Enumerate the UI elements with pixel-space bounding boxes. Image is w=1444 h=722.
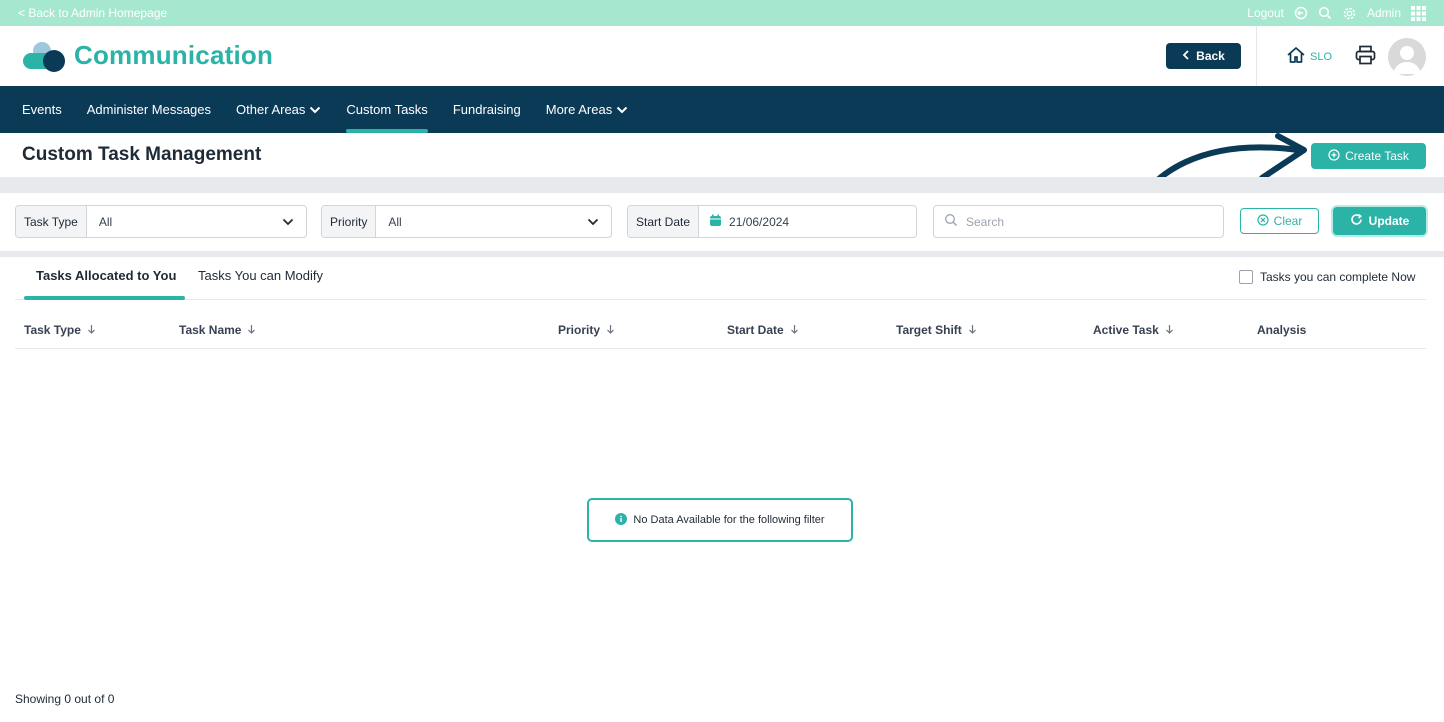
apps-grid-icon[interactable] — [1411, 5, 1426, 21]
back-button-label: Back — [1196, 49, 1225, 63]
update-button[interactable]: Update — [1333, 207, 1426, 235]
chevron-down-icon — [616, 102, 628, 117]
nav-item-label: Other Areas — [236, 102, 306, 117]
home-label: SLO — [1310, 50, 1333, 63]
search-placeholder: Search — [966, 214, 1005, 229]
refresh-icon — [1350, 213, 1363, 229]
create-task-button[interactable]: Create Task — [1311, 143, 1426, 169]
column-header-priority[interactable]: Priority — [558, 323, 615, 337]
sort-arrow-icon — [968, 323, 977, 337]
column-header-task-type[interactable]: Task Type — [24, 323, 96, 337]
task-type-value: All — [98, 214, 113, 229]
task-type-filter[interactable]: Task Type All — [15, 205, 307, 238]
sort-arrow-icon — [790, 323, 799, 337]
priority-select[interactable]: All — [376, 206, 611, 237]
priority-filter[interactable]: Priority All — [321, 205, 612, 238]
column-header-label: Start Date — [727, 323, 784, 337]
column-header-analysis: Analysis — [1257, 323, 1306, 337]
complete-now-checkbox[interactable] — [1239, 270, 1253, 284]
printer-icon[interactable] — [1355, 45, 1376, 70]
home-icon — [1286, 46, 1306, 67]
logout-icon[interactable] — [1294, 6, 1308, 20]
sort-arrow-icon — [1165, 323, 1174, 337]
admin-user-label[interactable]: Admin — [1367, 6, 1401, 20]
active-tab-indicator — [24, 296, 185, 300]
start-date-value: 21/06/2024 — [729, 214, 790, 229]
search-input[interactable]: Search — [933, 205, 1224, 238]
user-avatar[interactable] — [1388, 38, 1426, 76]
column-header-label: Priority — [558, 323, 601, 337]
column-header-active-task[interactable]: Active Task — [1093, 323, 1174, 337]
empty-state-message: No Data Available for the following filt… — [587, 498, 853, 542]
main-nav: Events Administer Messages Other Areas C… — [0, 86, 1444, 133]
page-title: Custom Task Management — [22, 144, 262, 165]
tab-tasks-allocated[interactable]: Tasks Allocated to You — [36, 268, 176, 283]
nav-item-fundraising[interactable]: Fundraising — [453, 86, 521, 133]
nav-item-label: Custom Tasks — [346, 102, 428, 117]
top-strip: < Back to Admin Homepage Logout Admin — [0, 0, 1444, 26]
column-header-label: Task Type — [24, 323, 81, 337]
column-header-task-name[interactable]: Task Name — [179, 323, 256, 337]
app-header: Communication Back SLO — [0, 26, 1444, 86]
priority-filter-label: Priority — [322, 206, 377, 237]
nav-item-administer-messages[interactable]: Administer Messages — [87, 86, 211, 133]
info-icon — [615, 512, 628, 528]
communication-logo-icon — [22, 40, 68, 74]
column-header-start-date[interactable]: Start Date — [727, 323, 799, 337]
sort-arrow-icon — [606, 323, 615, 337]
clear-x-circle-icon — [1257, 213, 1269, 229]
sort-arrow-icon — [87, 323, 96, 337]
nav-item-label: More Areas — [545, 102, 613, 117]
task-type-select[interactable]: All — [87, 206, 306, 237]
column-header-label: Target Shift — [896, 323, 962, 337]
nav-item-events[interactable]: Events — [22, 86, 62, 133]
nav-item-label: Administer Messages — [86, 102, 212, 117]
calendar-icon — [709, 214, 722, 230]
column-header-label: Analysis — [1257, 323, 1307, 337]
column-header-label: Task Name — [179, 323, 242, 337]
nav-item-label: Fundraising — [452, 102, 521, 117]
gear-icon[interactable] — [1342, 6, 1357, 21]
clear-button[interactable]: Clear — [1240, 208, 1319, 234]
header-divider — [1256, 26, 1257, 86]
nav-item-other-areas[interactable]: Other Areas — [236, 86, 321, 133]
task-type-filter-label: Task Type — [16, 206, 87, 237]
start-date-input[interactable]: 21/06/2024 — [699, 206, 916, 237]
record-count: Showing 0 out of 0 — [15, 692, 115, 706]
table-header-divider — [15, 348, 1426, 349]
start-date-filter-label: Start Date — [628, 206, 700, 237]
chevron-down-icon — [309, 102, 321, 117]
plus-circle-icon — [1328, 148, 1340, 164]
start-date-filter[interactable]: Start Date 21/06/2024 — [627, 205, 917, 238]
tabs-divider — [15, 299, 1426, 300]
search-icon[interactable] — [1318, 6, 1332, 20]
app-title: Communication — [74, 40, 274, 70]
chevron-down-icon — [587, 215, 599, 229]
create-task-label: Create Task — [1345, 149, 1409, 163]
top-strip-actions: Logout Admin — [1247, 5, 1426, 21]
search-icon — [944, 213, 958, 230]
back-button[interactable]: Back — [1166, 43, 1241, 69]
nav-item-custom-tasks[interactable]: Custom Tasks — [346, 86, 429, 133]
update-button-label: Update — [1368, 214, 1410, 228]
back-to-admin-link[interactable]: < Back to Admin Homepage — [18, 6, 167, 20]
complete-now-label: Tasks you can complete Now — [1260, 270, 1416, 284]
logout-link[interactable]: Logout — [1247, 6, 1284, 20]
column-header-label: Active Task — [1093, 323, 1159, 337]
column-header-target-shift[interactable]: Target Shift — [896, 323, 977, 337]
chevron-left-icon — [1182, 49, 1190, 63]
empty-state-text: No Data Available for the following filt… — [633, 514, 825, 526]
nav-item-label: Events — [22, 102, 62, 117]
tab-tasks-modify[interactable]: Tasks You can Modify — [198, 268, 323, 283]
chevron-down-icon — [282, 215, 294, 229]
priority-value: All — [388, 214, 402, 229]
complete-now-toggle[interactable]: Tasks you can complete Now — [1239, 270, 1415, 284]
clear-button-label: Clear — [1273, 214, 1303, 228]
nav-item-more-areas[interactable]: More Areas — [546, 86, 628, 133]
home-link[interactable]: SLO — [1286, 46, 1332, 67]
sort-arrow-icon — [247, 323, 256, 337]
